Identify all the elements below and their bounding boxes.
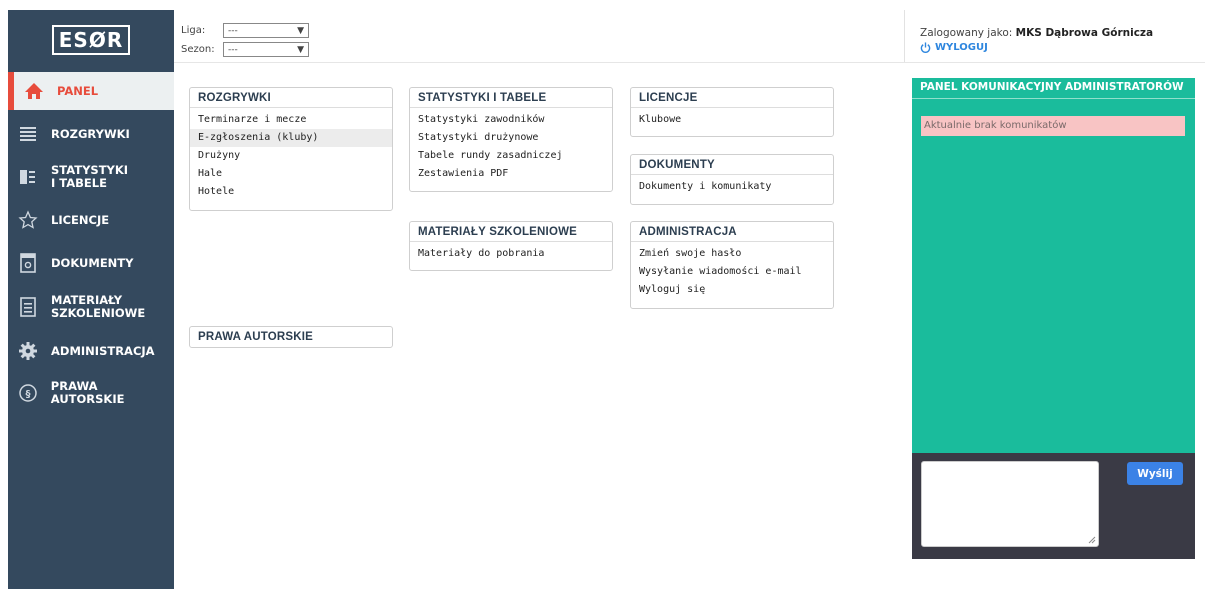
comm-panel-title: PANEL KOMUNIKACYJNY ADMINISTRATORÓW bbox=[912, 78, 1195, 99]
sidebar-item-label: MATERIAŁY SZKOLENIOWE bbox=[51, 293, 146, 320]
box-items: Zmień swoje hasło Wysyłanie wiadomości e… bbox=[631, 242, 833, 302]
sidebar-item-administracja[interactable]: ADMINISTRACJA bbox=[8, 332, 174, 370]
link-hotele[interactable]: Hotele bbox=[190, 183, 392, 201]
link-klubowe[interactable]: Klubowe bbox=[631, 111, 833, 129]
link-zmien-haslo[interactable]: Zmień swoje hasło bbox=[631, 245, 833, 263]
logo[interactable]: ESØR bbox=[51, 25, 131, 55]
header-divider bbox=[904, 10, 905, 62]
link-zestawienia-pdf[interactable]: Zestawienia PDF bbox=[410, 165, 612, 183]
box-materialy: MATERIAŁY SZKOLENIOWE Materiały do pobra… bbox=[409, 221, 613, 271]
stats-icon bbox=[17, 166, 39, 188]
box-title: MATERIAŁY SZKOLENIOWE bbox=[410, 222, 612, 242]
sidebar-item-label: ADMINISTRACJA bbox=[51, 343, 155, 358]
login-info: Zalogowany jako: MKS Dąbrowa Górnicza bbox=[920, 27, 1153, 39]
link-dokumenty-komunikaty[interactable]: Dokumenty i komunikaty bbox=[631, 178, 833, 196]
link-statystyki-zawodnikow[interactable]: Statystyki zawodników bbox=[410, 111, 612, 129]
sidebar-item-label: PANEL bbox=[57, 83, 99, 98]
comm-input-area: Wyślij bbox=[912, 453, 1195, 559]
communication-panel: PANEL KOMUNIKACYJNY ADMINISTRATORÓW Aktu… bbox=[912, 78, 1195, 559]
logo-area: ESØR bbox=[8, 10, 174, 70]
sezon-select[interactable]: --- ▼ bbox=[223, 42, 309, 57]
sezon-label: Sezon: bbox=[181, 44, 215, 55]
power-icon bbox=[920, 42, 931, 53]
login-name: MKS Dąbrowa Górnicza bbox=[1015, 27, 1154, 39]
sidebar-item-label: DOKUMENTY bbox=[51, 255, 134, 270]
filter-area: Liga: --- ▼ Sezon: --- ▼ bbox=[181, 22, 309, 60]
box-items: Klubowe bbox=[631, 108, 833, 132]
box-rozgrywki: ROZGRYWKI Terminarze i mecze E-zgłoszeni… bbox=[189, 87, 393, 211]
copyright-icon: § bbox=[17, 382, 39, 404]
box-title: LICENCJE bbox=[631, 88, 833, 108]
svg-text:§: § bbox=[25, 389, 30, 400]
box-items: Dokumenty i komunikaty bbox=[631, 175, 833, 199]
liga-value: --- bbox=[228, 25, 238, 36]
sidebar-item-label: PRAWA AUTORSKIE bbox=[50, 379, 125, 406]
gear-icon bbox=[17, 340, 39, 362]
box-title: STATYSTYKI I TABELE bbox=[410, 88, 612, 108]
sidebar-item-dokumenty[interactable]: DOKUMENTY bbox=[8, 244, 174, 282]
sidebar-item-licencje[interactable]: LICENCJE bbox=[8, 201, 174, 239]
box-items: Materiały do pobrania bbox=[410, 242, 612, 266]
sezon-value: --- bbox=[228, 44, 238, 55]
link-wysylanie-email[interactable]: Wysyłanie wiadomości e-mail bbox=[631, 263, 833, 281]
comm-message: Aktualnie brak komunikatów bbox=[921, 116, 1185, 136]
sidebar-item-label: STATYSTYKI I TABELE bbox=[51, 163, 129, 190]
send-button[interactable]: Wyślij bbox=[1127, 462, 1183, 485]
box-title: DOKUMENTY bbox=[631, 155, 833, 175]
sidebar-item-panel[interactable]: PANEL bbox=[8, 72, 174, 110]
login-area: Zalogowany jako: MKS Dąbrowa Górnicza WY… bbox=[920, 27, 1153, 53]
sezon-row: Sezon: --- ▼ bbox=[181, 41, 309, 58]
sidebar-item-rozgrywki[interactable]: ROZGRYWKI bbox=[8, 115, 174, 153]
liga-select[interactable]: --- ▼ bbox=[223, 23, 309, 38]
list-icon bbox=[17, 123, 39, 145]
box-title: PRAWA AUTORSKIE bbox=[198, 331, 314, 343]
sidebar-item-prawa[interactable]: § PRAWA AUTORSKIE bbox=[8, 374, 174, 412]
chevron-down-icon: ▼ bbox=[297, 44, 304, 55]
liga-label: Liga: bbox=[181, 25, 206, 36]
link-terminarze[interactable]: Terminarze i mecze bbox=[190, 111, 392, 129]
home-icon bbox=[23, 80, 45, 102]
link-druzyny[interactable]: Drużyny bbox=[190, 147, 392, 165]
box-administracja: ADMINISTRACJA Zmień swoje hasło Wysyłani… bbox=[630, 221, 834, 309]
liga-row: Liga: --- ▼ bbox=[181, 22, 309, 39]
document-icon bbox=[17, 252, 39, 274]
logout-link[interactable]: WYLOGUJ bbox=[920, 42, 1153, 53]
message-textarea[interactable] bbox=[921, 461, 1099, 547]
sidebar-item-label: ROZGRYWKI bbox=[51, 126, 130, 141]
box-title: ADMINISTRACJA bbox=[631, 222, 833, 242]
link-wyloguj-sie[interactable]: Wyloguj się bbox=[631, 281, 833, 299]
link-hale[interactable]: Hale bbox=[190, 165, 392, 183]
link-statystyki-druzynowe[interactable]: Statystyki drużynowe bbox=[410, 129, 612, 147]
login-prefix: Zalogowany jako: bbox=[920, 27, 1013, 39]
resize-handle-icon bbox=[1088, 536, 1096, 544]
header-bottom-border bbox=[174, 62, 1205, 63]
star-icon bbox=[17, 209, 39, 231]
box-statystyki: STATYSTYKI I TABELE Statystyki zawodnikó… bbox=[409, 87, 613, 192]
chevron-down-icon: ▼ bbox=[297, 25, 304, 36]
box-dokumenty: DOKUMENTY Dokumenty i komunikaty bbox=[630, 154, 834, 205]
sidebar-item-label: LICENCJE bbox=[51, 212, 110, 227]
sidebar-item-statystyki[interactable]: STATYSTYKI I TABELE bbox=[8, 158, 174, 196]
box-prawa-autorskie[interactable]: PRAWA AUTORSKIE bbox=[189, 326, 393, 348]
box-items: Statystyki zawodników Statystyki drużyno… bbox=[410, 108, 612, 186]
link-e-zgloszenia[interactable]: E-zgłoszenia (kluby) bbox=[190, 129, 392, 147]
box-title: ROZGRYWKI bbox=[190, 88, 392, 108]
link-tabele-rundy[interactable]: Tabele rundy zasadniczej bbox=[410, 147, 612, 165]
sidebar: ESØR PANEL ROZGRYWKI STATYSTYKI I TABELE… bbox=[8, 10, 174, 589]
box-licencje: LICENCJE Klubowe bbox=[630, 87, 834, 137]
training-icon bbox=[17, 296, 39, 318]
logout-label: WYLOGUJ bbox=[935, 42, 988, 53]
box-items: Terminarze i mecze E-zgłoszenia (kluby) … bbox=[190, 108, 392, 204]
link-materialy-do-pobrania[interactable]: Materiały do pobrania bbox=[410, 245, 612, 263]
sidebar-item-materialy[interactable]: MATERIAŁY SZKOLENIOWE bbox=[8, 287, 174, 327]
